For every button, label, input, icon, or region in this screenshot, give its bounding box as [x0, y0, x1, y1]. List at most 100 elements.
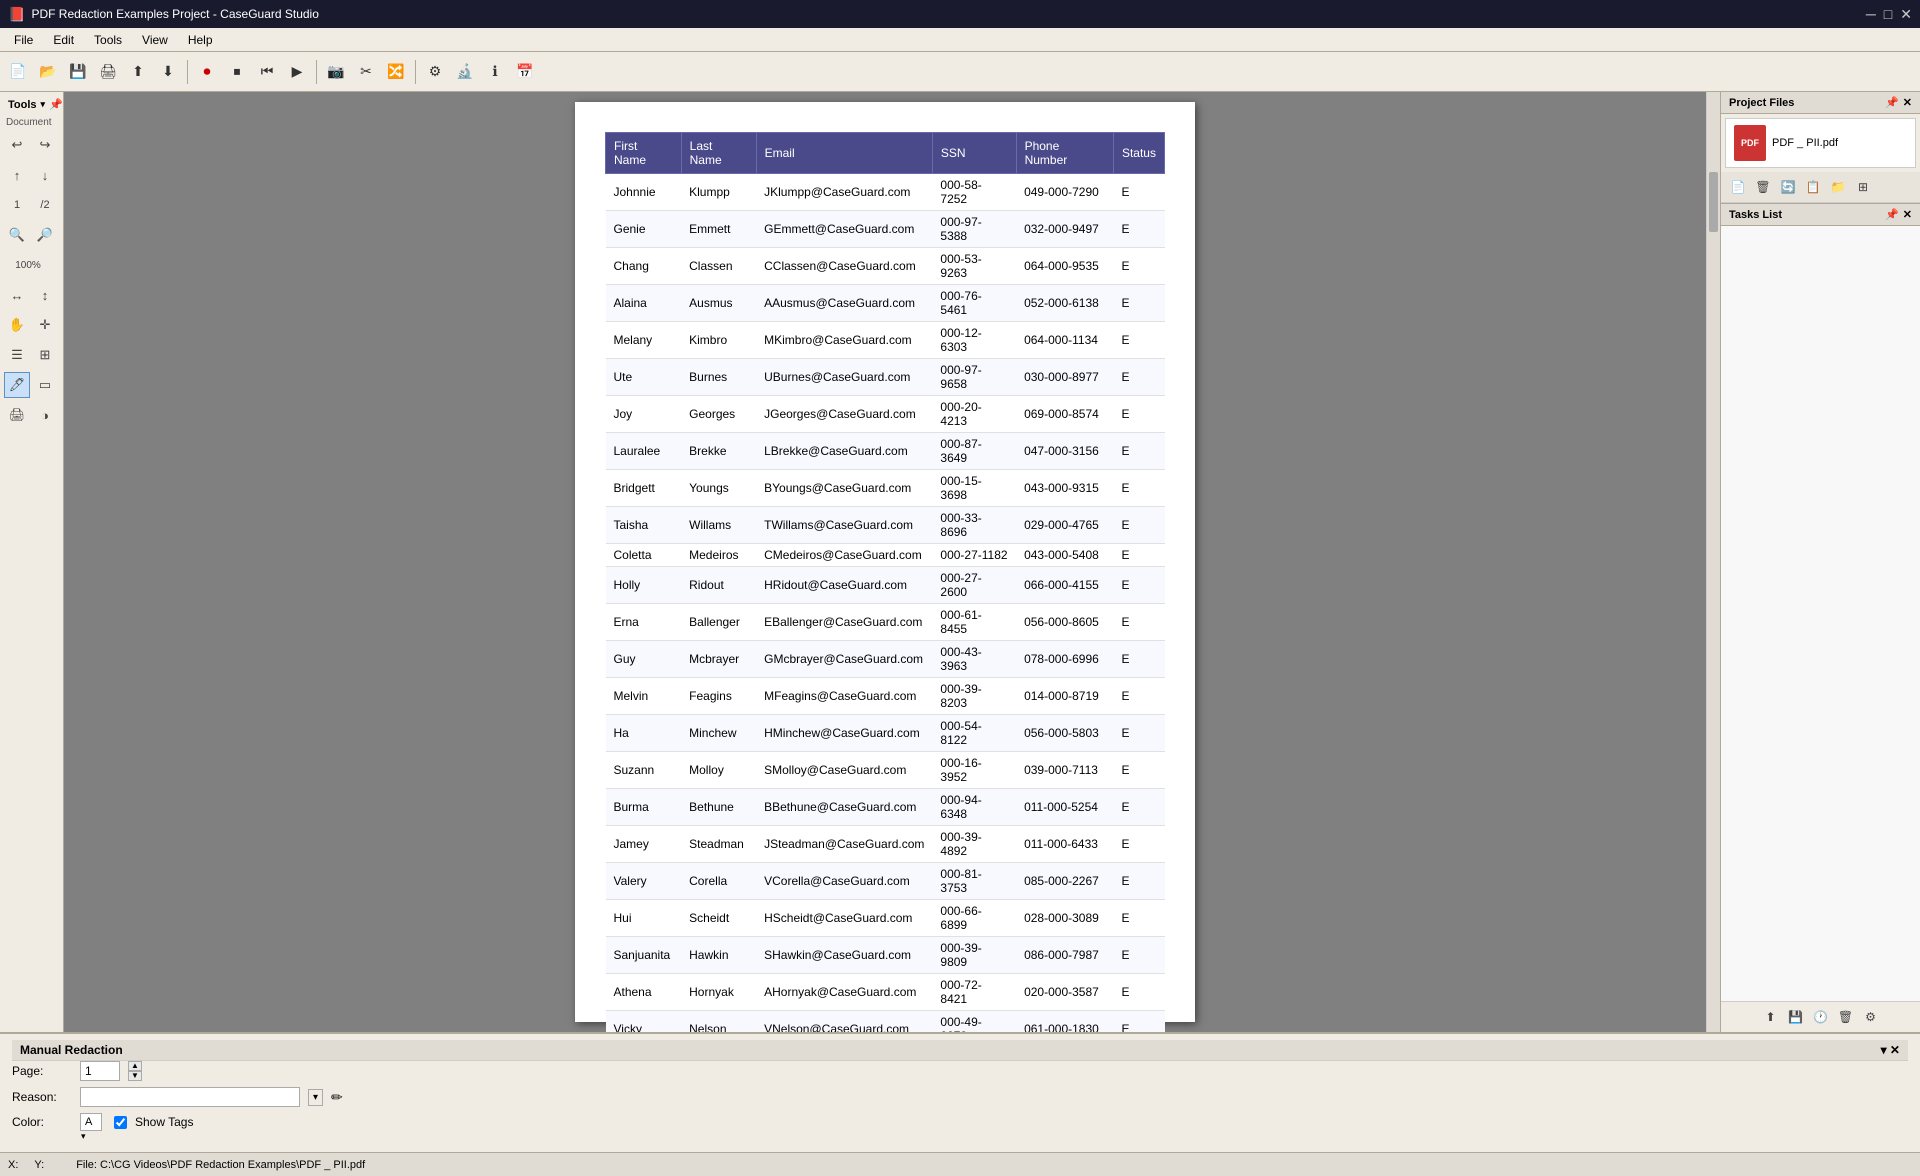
menu-file[interactable]: File [4, 31, 43, 49]
calendar-button[interactable]: 📅 [511, 58, 539, 86]
shuffle-button[interactable]: 🔀 [382, 58, 410, 86]
ri-copy-button[interactable]: 📋 [1802, 176, 1824, 198]
ri-folder-button[interactable]: 📁 [1827, 176, 1849, 198]
show-tags-checkbox[interactable] [114, 1116, 127, 1129]
tools-dropdown-icon[interactable]: ▾ [41, 99, 46, 110]
menu-tools[interactable]: Tools [84, 31, 132, 49]
cell-r23-c5: E [1113, 1011, 1164, 1033]
cell-r16-c1: Molloy [681, 752, 756, 789]
contrast-button[interactable]: ◑ [32, 402, 58, 428]
rbi-add-button[interactable]: ⬆ [1760, 1006, 1782, 1028]
tasks-close[interactable]: ✕ [1903, 208, 1912, 221]
page-up-button[interactable]: ▲ [128, 1061, 142, 1071]
crosshair-tool-button[interactable]: ✛ [32, 312, 58, 338]
rbi-save-button[interactable]: 💾 [1785, 1006, 1807, 1028]
table-row: AthenaHornyakAHornyak@CaseGuard.com000-7… [606, 974, 1165, 1011]
rbi-history-button[interactable]: 🕐 [1810, 1006, 1832, 1028]
cut-button[interactable]: ✂ [352, 58, 380, 86]
document-area[interactable]: First Name Last Name Email SSN Phone Num… [64, 92, 1706, 1032]
project-files-close[interactable]: ✕ [1903, 96, 1912, 109]
save-button[interactable]: 💾 [64, 58, 92, 86]
ri-grid-button[interactable]: ⊞ [1852, 176, 1874, 198]
prev-page-button[interactable]: ↑ [4, 162, 30, 188]
cell-r14-c4: 014-000-8719 [1016, 678, 1113, 715]
menu-help[interactable]: Help [178, 31, 223, 49]
cell-r18-c2: JSteadman@CaseGuard.com [756, 826, 932, 863]
grid-view-button[interactable]: ⊞ [32, 342, 58, 368]
record-button[interactable]: ⏺ [193, 58, 221, 86]
cell-r16-c0: Suzann [606, 752, 682, 789]
pdf-file-icon [1734, 125, 1766, 161]
cell-r9-c3: 000-33-8696 [932, 507, 1016, 544]
cell-r0-c5: E [1113, 174, 1164, 211]
list-view-button[interactable]: ☰ [4, 342, 30, 368]
toolbar-sep-2 [316, 60, 317, 84]
col-header-email: Email [756, 133, 932, 174]
page-stepper[interactable]: ▲ ▼ [128, 1061, 142, 1081]
zoom-in-button[interactable]: 🔎 [32, 222, 58, 248]
ri-delete-button[interactable]: 🗑 [1752, 176, 1774, 198]
fit-width-button[interactable]: ↔ [4, 282, 30, 308]
project-files-pin[interactable]: 📌 [1885, 96, 1899, 109]
upload-button[interactable]: ⬆ [124, 58, 152, 86]
maximize-button[interactable]: □ [1884, 6, 1892, 23]
hand-tool-button[interactable]: ✋ [4, 312, 30, 338]
undo-button[interactable]: ↩ [4, 132, 30, 158]
minimize-button[interactable]: ─ [1866, 6, 1876, 23]
cell-r20-c1: Scheidt [681, 900, 756, 937]
cell-r3-c2: AAusmus@CaseGuard.com [756, 285, 932, 322]
color-dropdown-icon[interactable]: ▾ [81, 1131, 86, 1141]
play-button[interactable]: ▶ [283, 58, 311, 86]
open-button[interactable]: 📂 [34, 58, 62, 86]
reason-dropdown-icon[interactable]: ▾ [308, 1089, 323, 1106]
cell-r6-c3: 000-20-4213 [932, 396, 1016, 433]
cell-r12-c4: 056-000-8605 [1016, 604, 1113, 641]
cell-r12-c5: E [1113, 604, 1164, 641]
fit-page-button[interactable]: ↕ [32, 282, 58, 308]
redact-pen-button[interactable]: 🖊 [4, 372, 30, 398]
tasks-pin[interactable]: 📌 [1885, 208, 1899, 221]
menu-edit[interactable]: Edit [43, 31, 84, 49]
redaction-collapse-icon[interactable]: ▾ ✕ [1881, 1043, 1900, 1057]
reason-input[interactable] [80, 1087, 300, 1107]
analyze-button[interactable]: 🔬 [451, 58, 479, 86]
pdf-file-item[interactable]: PDF _ PII.pdf [1725, 118, 1916, 168]
download-button[interactable]: ⬇ [154, 58, 182, 86]
cell-r7-c4: 047-000-3156 [1016, 433, 1113, 470]
table-row: ChangClassenCClassen@CaseGuard.com000-53… [606, 248, 1165, 285]
rbi-delete2-button[interactable]: 🗑 [1835, 1006, 1857, 1028]
cell-r3-c5: E [1113, 285, 1164, 322]
cell-r8-c0: Bridgett [606, 470, 682, 507]
cell-r7-c5: E [1113, 433, 1164, 470]
menu-view[interactable]: View [132, 31, 178, 49]
zoom-out-button[interactable]: 🔍 [4, 222, 30, 248]
reason-edit-button[interactable]: ✏ [331, 1089, 343, 1106]
cell-r11-c2: HRidout@CaseGuard.com [756, 567, 932, 604]
next-page-button[interactable]: ↓ [32, 162, 58, 188]
rewind-button[interactable]: ⏮ [253, 58, 281, 86]
new-button[interactable]: 📄 [4, 58, 32, 86]
close-button[interactable]: ✕ [1900, 6, 1912, 23]
ri-new-button[interactable]: 📄 [1727, 176, 1749, 198]
tools-pin-icon[interactable]: 📌 [49, 98, 63, 111]
redaction-panel-header: Manual Redaction ▾ ✕ [12, 1040, 1908, 1061]
stop-button[interactable]: ⏹ [223, 58, 251, 86]
redact-rect-button[interactable]: ▭ [32, 372, 58, 398]
print2-button[interactable]: 🖨 [4, 402, 30, 428]
redo-button[interactable]: ↪ [32, 132, 58, 158]
bottom-panel: Manual Redaction ▾ ✕ Page: ▲ ▼ Reason: ▾… [0, 1032, 1920, 1152]
page-num-row: 1 /2 [4, 192, 59, 218]
process-button[interactable]: ⚙ [421, 58, 449, 86]
scroll-thumb[interactable] [1709, 172, 1718, 232]
info-button[interactable]: ℹ [481, 58, 509, 86]
snapshot-button[interactable]: 📷 [322, 58, 350, 86]
rbi-settings-button[interactable]: ⚙ [1860, 1006, 1882, 1028]
color-swatch[interactable]: A ▾ [80, 1113, 102, 1131]
cell-r2-c2: CClassen@CaseGuard.com [756, 248, 932, 285]
page-input[interactable] [80, 1061, 120, 1081]
print-button[interactable]: 🖨 [94, 58, 122, 86]
ri-refresh-button[interactable]: 🔄 [1777, 176, 1799, 198]
zoom-level-display[interactable]: 100% [4, 252, 52, 278]
app-icon: 📕 [8, 6, 25, 23]
vertical-scrollbar[interactable] [1706, 92, 1720, 1032]
